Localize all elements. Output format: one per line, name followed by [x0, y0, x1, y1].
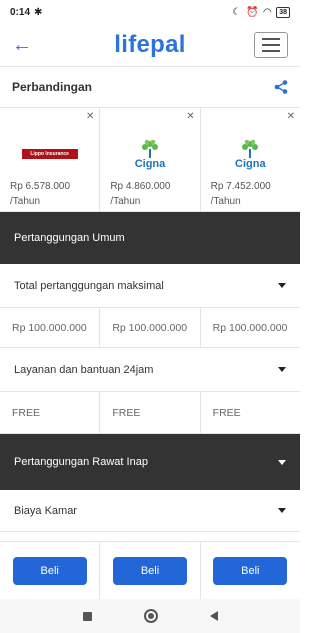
compare-bar: Perbandingan — [0, 66, 300, 108]
cigna-logo-text: Cigna — [134, 158, 166, 170]
cigna-logo-text: Cigna — [235, 158, 266, 170]
back-icon[interactable] — [209, 611, 218, 621]
product-period: /Tahun — [210, 196, 241, 207]
product-cards: ✕ Lippo Insurance Rp 6.578.000 /Tahun ✕ … — [0, 108, 300, 212]
compare-title: Perbandingan — [12, 80, 93, 94]
moon-icon: ☾ — [232, 6, 242, 18]
battery-icon: 38 — [276, 6, 290, 18]
status-icons: ☾ ⏰ ◠ 38 — [232, 6, 290, 18]
alarm-icon: ⏰ — [246, 6, 259, 18]
menu-line — [262, 38, 280, 40]
benefit-label: Biaya Kamar — [14, 504, 77, 517]
product-period: /Tahun — [10, 196, 41, 207]
cigna-logo: Cigna — [211, 130, 290, 178]
remove-product-icon[interactable]: ✕ — [86, 111, 94, 122]
caret-down-icon[interactable] — [278, 508, 286, 513]
caret-down-icon[interactable] — [278, 367, 286, 372]
benefit-value: Rp 100.000.000 — [0, 308, 101, 347]
buy-row: Beli Beli Beli — [0, 541, 300, 599]
product-price: Rp 7.452.000 — [210, 181, 271, 192]
lippo-logo: Lippo Insurance — [10, 130, 89, 178]
menu-line — [262, 50, 280, 52]
product-card: ✕ Lippo Insurance Rp 6.578.000 /Tahun — [0, 108, 101, 211]
share-icon[interactable] — [274, 80, 288, 94]
section-header-rawat-inap[interactable]: Pertanggungan Rawat Inap — [0, 434, 300, 490]
benefit-row-layanan[interactable]: Layanan dan bantuan 24jam — [0, 348, 300, 392]
product-period: /Tahun — [110, 196, 141, 207]
status-time: 0:14 — [10, 6, 31, 18]
remove-product-icon[interactable]: ✕ — [186, 111, 194, 122]
product-price: Rp 6.578.000 — [10, 181, 71, 192]
benefit-value: FREE — [212, 406, 241, 419]
benefit-value: Rp 100.000.000 — [100, 308, 201, 347]
section-header-umum[interactable]: Pertanggungan Umum — [0, 212, 300, 264]
benefit-row-kamar[interactable]: Biaya Kamar — [0, 490, 300, 532]
section-title: Pertanggungan Umum — [14, 232, 125, 244]
benefit-value: FREE — [100, 392, 201, 433]
benefit-label: Layanan dan bantuan 24jam — [14, 363, 154, 376]
benefit-label: Total pertanggungan maksimal — [14, 279, 164, 292]
buy-button[interactable]: Beli — [213, 556, 288, 585]
product-price: Rp 4.860.000 — [110, 181, 171, 192]
lifepal-logo[interactable]: lifepal — [114, 31, 185, 59]
lippo-logo-text: Lippo Insurance — [21, 149, 78, 159]
benefit-values-layanan: FREE FREE FREE — [0, 392, 300, 434]
back-arrow-icon[interactable]: ← — [12, 35, 36, 55]
cigna-logo: Cigna — [110, 130, 189, 178]
recents-icon[interactable] — [82, 611, 92, 621]
caret-down-icon[interactable] — [278, 283, 286, 288]
buy-button[interactable]: Beli — [112, 556, 187, 585]
caret-down-icon[interactable] — [278, 459, 286, 465]
status-bar: 0:14 ✱ ☾ ⏰ ◠ 38 — [0, 0, 300, 24]
benefit-values-total: Rp 100.000.000 Rp 100.000.000 Rp 100.000… — [0, 308, 300, 348]
remove-product-icon[interactable]: ✕ — [287, 111, 295, 122]
benefit-value: FREE — [0, 392, 101, 433]
benefit-row-total[interactable]: Total pertanggungan maksimal — [0, 264, 300, 308]
menu-line — [262, 44, 280, 46]
cigna-tree-icon — [141, 139, 158, 158]
system-nav-bar — [0, 599, 300, 633]
wifi-icon: ◠ — [263, 6, 272, 18]
app-header: ← lifepal — [0, 24, 300, 66]
cigna-tree-icon — [242, 139, 259, 158]
home-icon[interactable] — [143, 609, 158, 623]
product-card: ✕ Cigna Rp 7.452.000 /Tahun — [201, 108, 300, 211]
benefit-value: Rp 100.000.000 — [212, 321, 288, 334]
bluetooth-icon: ✱ — [34, 6, 43, 18]
product-card: ✕ Cigna Rp 4.860.000 /Tahun — [100, 108, 201, 211]
hamburger-menu-button[interactable] — [254, 32, 288, 58]
buy-button[interactable]: Beli — [12, 556, 87, 585]
section-title: Pertanggungan Rawat Inap — [14, 456, 148, 468]
